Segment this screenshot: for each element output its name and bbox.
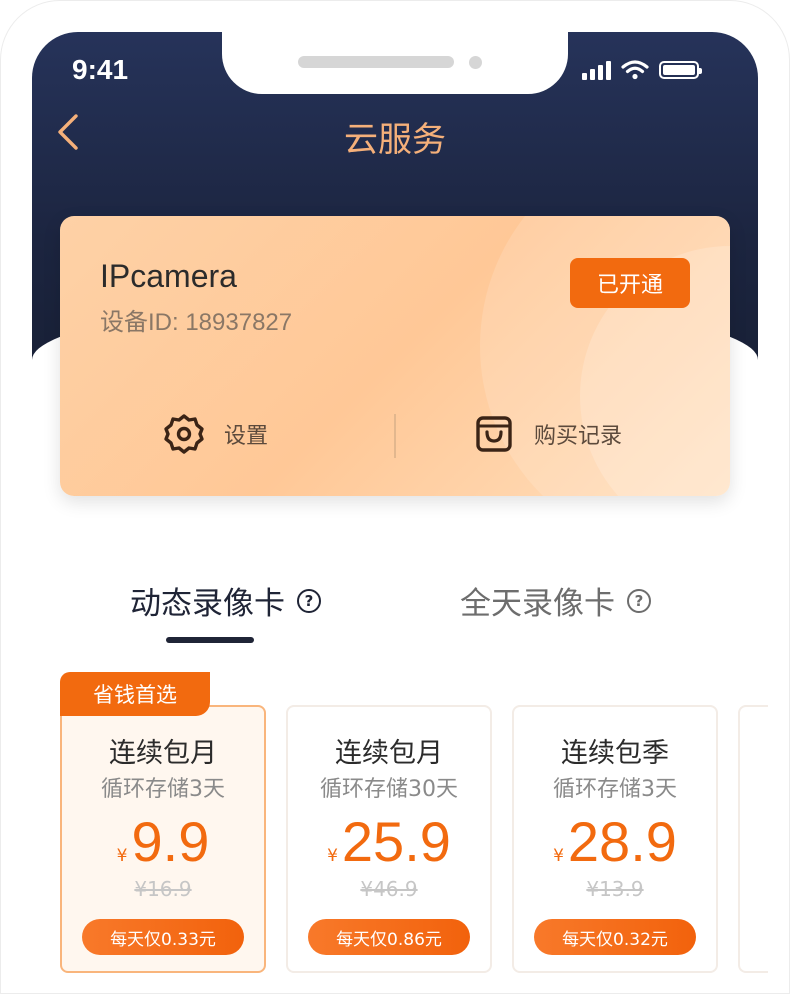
currency-symbol: ¥ — [116, 846, 128, 866]
original-price: ¥46.9 — [360, 877, 418, 901]
plan-price: ¥25.9 — [288, 809, 490, 874]
purchase-history-button[interactable]: 购买记录 — [472, 412, 622, 456]
plan-description: 循环存储3天 — [101, 777, 225, 802]
purchase-history-label: 购买记录 — [534, 424, 623, 449]
daily-price-badge: 每天仅0.32元 — [534, 919, 696, 955]
price-amount: 25.9 — [341, 810, 451, 873]
plan-price: ¥9.9 — [62, 809, 264, 874]
wifi-icon — [621, 60, 649, 80]
currency-symbol: ¥ — [553, 846, 564, 866]
tab-label: 动态录像卡 — [130, 586, 285, 622]
plan-name: 连续包季 — [561, 738, 669, 769]
settings-label: 设置 — [224, 424, 269, 449]
plan-card[interactable]: 连续包月 循环存储30天 ¥25.9 ¥46.9 每天仅0.86元 — [286, 705, 492, 973]
tab-label: 全天录像卡 — [460, 586, 615, 622]
gear-icon — [164, 414, 204, 454]
currency-symbol: ¥ — [327, 846, 338, 866]
price-amount: 9.9 — [131, 810, 210, 873]
status-time: 9:41 — [72, 54, 129, 85]
phone-screen: 9:41 云服务 IPcamera 设备ID: 18937827 已开通 设置 — [0, 0, 790, 994]
plan-card-partial[interactable] — [738, 705, 768, 973]
help-icon[interactable]: ? — [627, 588, 651, 613]
status-badge: 已开通 — [570, 258, 690, 308]
plan-description: 循环存储3天 — [553, 777, 677, 802]
best-value-ribbon: 省钱首选 — [60, 672, 210, 716]
help-icon[interactable]: ? — [297, 588, 321, 613]
daily-price-badge: 每天仅0.33元 — [82, 919, 244, 955]
plan-price: ¥28.9 — [514, 809, 716, 874]
device-card: IPcamera 设备ID: 18937827 已开通 设置 购买记录 — [60, 216, 730, 496]
cellular-signal-icon — [582, 60, 611, 80]
notch-speaker — [298, 56, 454, 68]
device-name: IPcamera — [100, 258, 237, 294]
tab-all-day-recording[interactable]: 全天录像卡 ? — [460, 578, 651, 623]
daily-price-badge: 每天仅0.86元 — [308, 919, 470, 955]
status-icons — [582, 60, 702, 80]
settings-button[interactable]: 设置 — [162, 412, 268, 456]
price-amount: 28.9 — [567, 810, 677, 873]
notch-camera — [469, 56, 482, 69]
battery-icon — [659, 61, 702, 79]
tab-motion-recording[interactable]: 动态录像卡 ? — [130, 578, 321, 623]
plan-name: 连续包月 — [335, 738, 443, 769]
plan-name: 连续包月 — [109, 738, 217, 769]
original-price: ¥13.9 — [586, 877, 644, 901]
plan-description: 循环存储30天 — [320, 777, 458, 802]
plan-card[interactable]: 连续包月 循环存储3天 ¥9.9 ¥16.9 每天仅0.33元 — [60, 705, 266, 973]
original-price: ¥16.9 — [134, 877, 192, 901]
plan-card[interactable]: 连续包季 循环存储3天 ¥28.9 ¥13.9 每天仅0.32元 — [512, 705, 718, 973]
action-divider — [394, 414, 396, 458]
page-title: 云服务 — [344, 120, 446, 160]
active-tab-indicator — [166, 637, 254, 643]
device-id: 设备ID: 18937827 — [100, 309, 293, 336]
shopping-bag-icon — [476, 416, 512, 452]
